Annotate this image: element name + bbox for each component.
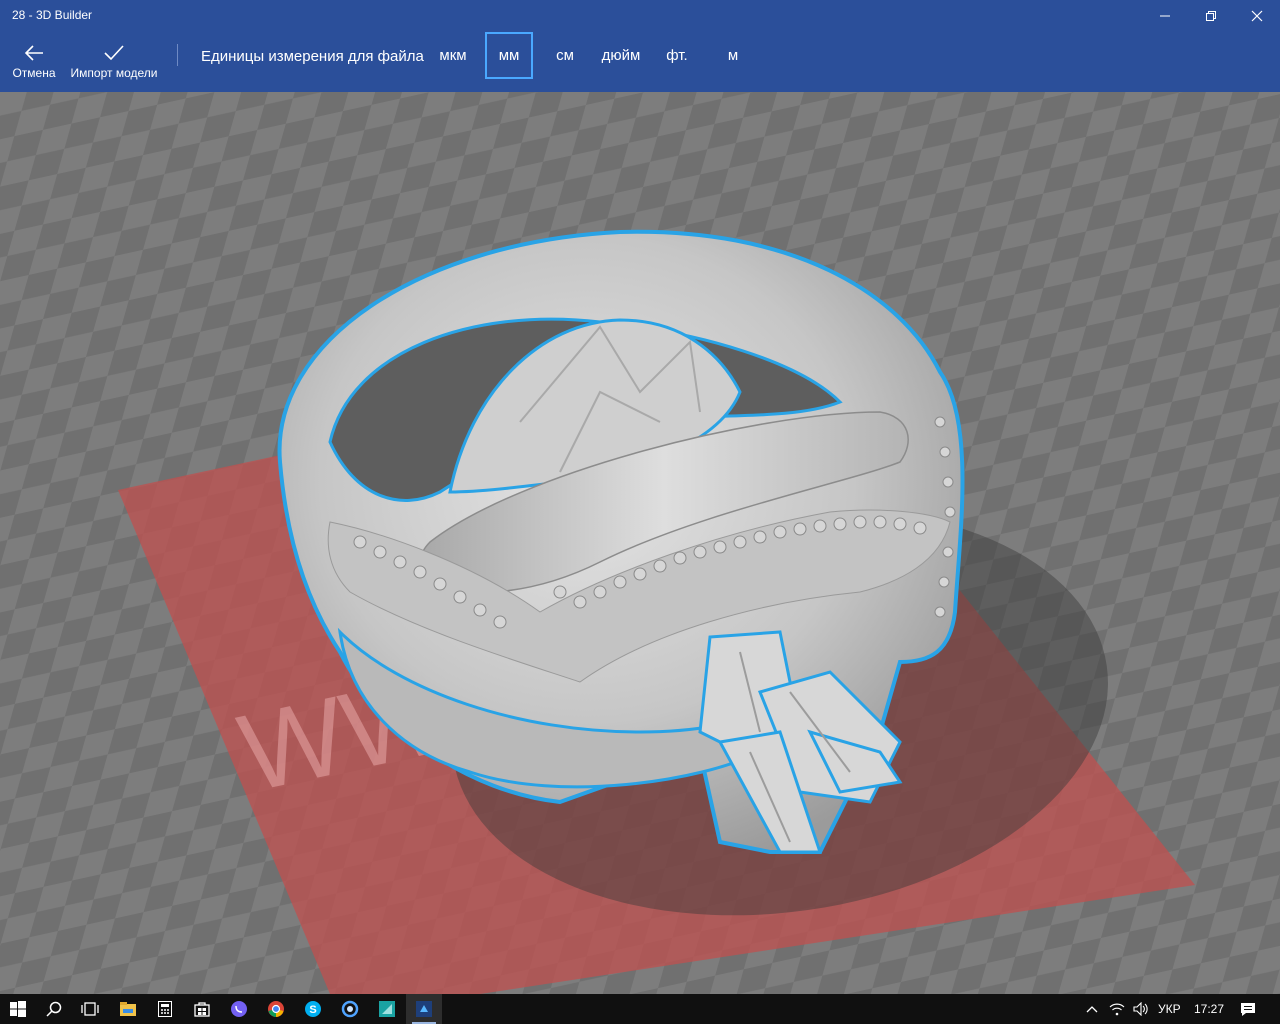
3d-viewport[interactable]: WW [0, 92, 1280, 994]
calculator-button[interactable] [147, 994, 183, 1024]
wifi-icon [1109, 1003, 1125, 1016]
search-button[interactable] [36, 994, 72, 1024]
minimize-button[interactable] [1142, 0, 1188, 32]
unit-label: фт. [666, 47, 688, 64]
viber-button[interactable] [221, 994, 257, 1024]
taskbar: S УКР 17:27 [0, 994, 1280, 1024]
window-title: 28 - 3D Builder [12, 8, 93, 22]
restore-icon [1206, 11, 1216, 21]
unit-option-ft[interactable]: фт. [656, 32, 698, 79]
close-icon [1251, 10, 1263, 22]
unit-label: см [556, 47, 574, 64]
back-arrow-icon [24, 45, 43, 61]
chrome-icon [268, 1001, 284, 1017]
cancel-label: Отмена [12, 66, 56, 80]
volume-button[interactable] [1130, 994, 1152, 1024]
chrome-button[interactable] [258, 994, 294, 1024]
store-icon [194, 1002, 210, 1017]
app-button[interactable] [369, 994, 405, 1024]
unit-label: м [727, 47, 739, 64]
unit-option-inch[interactable]: дюйм [596, 32, 646, 79]
title-bar: 28 - 3D Builder [0, 0, 1280, 32]
unit-option-um[interactable]: мкм [431, 32, 475, 79]
task-view-icon [81, 1002, 99, 1016]
network-button[interactable] [1106, 994, 1128, 1024]
start-button[interactable] [0, 994, 36, 1024]
viber-icon [231, 1001, 247, 1017]
calculator-icon [158, 1001, 172, 1017]
volume-icon [1133, 1002, 1148, 1016]
cancel-button[interactable]: Отмена [6, 32, 62, 92]
chevron-up-icon [1086, 1006, 1098, 1013]
svg-text:S: S [309, 1004, 316, 1016]
import-model-button[interactable]: Импорт модели [68, 32, 160, 92]
notification-icon [1241, 1002, 1255, 1016]
3d-builder-button[interactable] [406, 994, 442, 1024]
scene: WW [0, 92, 1280, 994]
unit-option-m[interactable]: м [712, 32, 754, 79]
store-button[interactable] [184, 994, 220, 1024]
cortana-icon [341, 1000, 359, 1018]
units-label: Единицы измерения для файла [201, 48, 424, 65]
clock[interactable]: 17:27 [1194, 1002, 1224, 1016]
language-indicator[interactable]: УКР [1158, 1002, 1181, 1016]
close-button[interactable] [1234, 0, 1280, 32]
file-explorer-button[interactable] [110, 994, 146, 1024]
unit-option-mm[interactable]: мм [485, 32, 533, 79]
app-icon [379, 1001, 395, 1017]
unit-label: мм [498, 47, 520, 64]
import-model-label: Импорт модели [70, 66, 158, 80]
action-center-button[interactable] [1232, 994, 1264, 1024]
file-explorer-icon [120, 1002, 136, 1016]
cortana-button[interactable] [332, 994, 368, 1024]
unit-label: дюйм [601, 47, 641, 64]
checkmark-icon [104, 45, 124, 61]
skype-button[interactable]: S [295, 994, 331, 1024]
command-separator [177, 44, 178, 66]
search-icon [46, 1001, 62, 1017]
minimize-icon [1160, 15, 1170, 17]
restore-button[interactable] [1188, 0, 1234, 32]
unit-option-cm[interactable]: см [544, 32, 586, 79]
3d-builder-icon [416, 1001, 432, 1017]
command-bar: Отмена Импорт модели Единицы измерения д… [0, 32, 1280, 92]
start-icon [10, 1001, 26, 1017]
task-view-button[interactable] [72, 994, 108, 1024]
skype-icon: S [305, 1001, 321, 1017]
unit-label: мкм [439, 47, 467, 64]
show-hidden-icons-button[interactable] [1082, 994, 1102, 1024]
